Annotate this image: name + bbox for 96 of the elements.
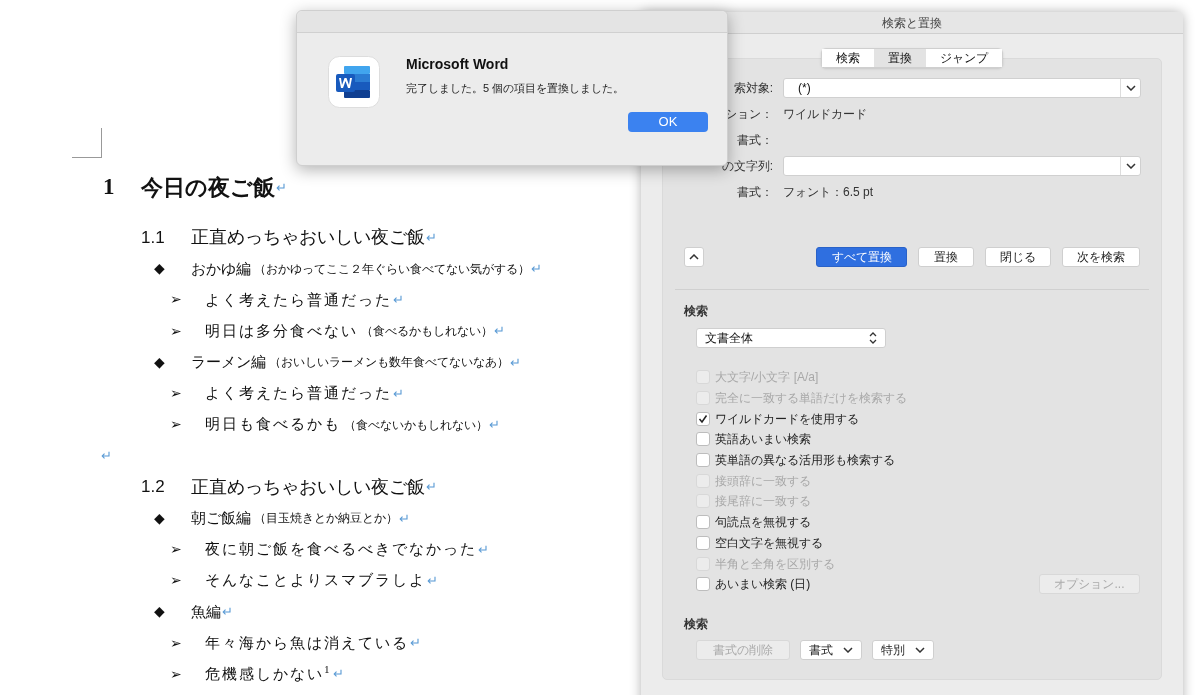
word-app-icon: [328, 56, 380, 108]
checkbox-label: あいまい検索 (日): [715, 576, 811, 594]
heading-text: 今日の夜ご飯: [141, 174, 275, 202]
heading-text: 正直めっちゃおいしい夜ご飯: [191, 475, 425, 499]
paragraph-mark: ↵: [426, 478, 437, 497]
list-text: そんなことよりスマブラしよ: [205, 571, 426, 591]
up-down-arrows-icon: [869, 332, 877, 344]
paragraph-mark: ↵: [393, 291, 404, 310]
bullet-symbol: ◆: [154, 509, 166, 528]
list-note: （食べるかもしれない）: [361, 323, 493, 341]
paragraph-mark: ↵: [276, 178, 287, 197]
chevron-down-icon: [1125, 163, 1136, 169]
paragraph-mark: ↵: [399, 509, 410, 528]
paragraph-mark: ↵: [494, 322, 505, 341]
ok-button[interactable]: OK: [628, 112, 708, 132]
list-text: 年々海から魚は消えている: [205, 633, 409, 653]
combo-field[interactable]: [783, 156, 1141, 176]
dialog-button[interactable]: 置換: [918, 247, 974, 267]
field-label: 書式：: [737, 132, 773, 149]
paragraph-mark: ↵: [426, 228, 437, 247]
field-label: 索対象:: [733, 80, 773, 97]
paragraph-mark: ↵: [332, 665, 344, 684]
scope-select[interactable]: 文書全体: [696, 328, 886, 348]
heading-number: 1: [103, 173, 116, 202]
field-label: 書式：: [737, 184, 773, 201]
field-label: の文字列:: [721, 158, 773, 175]
alert-title: Microsoft Word: [406, 55, 510, 73]
list-text: 魚編: [191, 602, 221, 622]
paragraph-mark: ↵: [410, 634, 421, 653]
list-text: 明日は多分食べない: [205, 321, 358, 341]
checkbox-label: 空白文字を無視する: [715, 534, 823, 552]
heading-text: 正直めっちゃおいしい夜ご飯: [191, 226, 425, 250]
checkbox[interactable]: [696, 535, 710, 550]
crop-mark: [72, 128, 102, 158]
section-heading: 検索: [684, 304, 709, 318]
heading-number: 1.1: [141, 226, 166, 249]
dialog-title: 検索と置換: [882, 14, 942, 32]
field-value: ワイルドカード: [783, 106, 867, 123]
list-text: 朝ご飯編: [191, 509, 251, 529]
tab[interactable]: ジャンプ: [926, 49, 1002, 67]
combo-field[interactable]: (*): [783, 78, 1141, 98]
arrow-symbol: ➢: [170, 291, 183, 310]
paragraph-mark: ↵: [393, 384, 404, 403]
list-note: （おかゆってここ２年ぐらい食べてない気がする）: [254, 260, 530, 278]
heading-number: 1.2: [141, 476, 166, 499]
arrow-symbol: ➢: [170, 665, 183, 684]
format-button[interactable]: 特別: [872, 639, 934, 660]
chevron-down-icon: [915, 646, 925, 653]
paragraph-mark: ↵: [510, 353, 521, 372]
arrow-symbol: ➢: [170, 572, 183, 591]
bullet-symbol: ◆: [154, 353, 166, 372]
paragraph-mark: ↵: [478, 540, 489, 559]
list-text: おかゆ編: [191, 259, 251, 279]
paragraph-mark: ↵: [531, 260, 542, 279]
checkbox-label: 句読点を無視する: [715, 514, 811, 532]
collapse-button[interactable]: [684, 247, 704, 267]
list-note: （食べないかもしれない）: [344, 416, 488, 434]
tab[interactable]: 検索: [822, 49, 874, 67]
arrow-symbol: ➢: [170, 385, 183, 404]
section-heading: 検索: [684, 616, 709, 631]
dialog-button[interactable]: 閉じる: [985, 247, 1051, 267]
list-text: よく考えたら普通だった: [205, 290, 392, 310]
checkbox[interactable]: [696, 411, 710, 426]
chevron-down-icon: [1125, 85, 1136, 91]
format-button[interactable]: 書式: [800, 639, 862, 660]
paragraph-mark: ↵: [427, 571, 438, 590]
checkbox-label: 英語あいまい検索: [715, 431, 811, 449]
bullet-symbol: ◆: [154, 603, 166, 622]
chevron-down-icon: [843, 646, 853, 653]
chevron-up-icon: [689, 254, 699, 260]
checkbox[interactable]: [696, 453, 710, 468]
list-note: （おいしいラーメンも数年食べてないなあ）: [269, 354, 509, 372]
checkbox[interactable]: [696, 577, 710, 592]
field-value: フォント：6.5 pt: [783, 184, 874, 201]
list-note: （目玉焼きとか納豆とか）: [254, 510, 398, 528]
list-text: 危機感しかない$^{1}$: [205, 662, 332, 684]
dialog-button[interactable]: すべて置換: [816, 247, 907, 267]
paragraph-mark: ↵: [101, 447, 112, 466]
arrow-symbol: ➢: [170, 634, 183, 653]
paragraph-mark: ↵: [222, 603, 233, 622]
list-text: 夜に朝ご飯を食べるべきでなかった: [205, 540, 477, 560]
list-text: ラーメン編: [191, 353, 266, 373]
alert-message: 完了しました。5 個の項目を置換しました。: [406, 81, 625, 96]
bullet-symbol: ◆: [154, 260, 166, 279]
arrow-symbol: ➢: [170, 416, 183, 435]
paragraph-mark: ↵: [489, 415, 500, 434]
checkbox-label: ワイルドカードを使用する: [715, 410, 859, 428]
arrow-symbol: ➢: [170, 540, 183, 559]
list-text: よく考えたら普通だった: [205, 384, 392, 404]
checkbox[interactable]: [696, 432, 710, 447]
tab[interactable]: 置換: [874, 49, 926, 67]
checkbox-label: 英単語の異なる活用形も検索する: [715, 452, 895, 470]
list-text: 明日も食べるかも: [205, 415, 341, 435]
checkbox[interactable]: [696, 515, 710, 530]
dialog-button[interactable]: 次を検索: [1062, 247, 1140, 267]
arrow-symbol: ➢: [170, 322, 183, 341]
